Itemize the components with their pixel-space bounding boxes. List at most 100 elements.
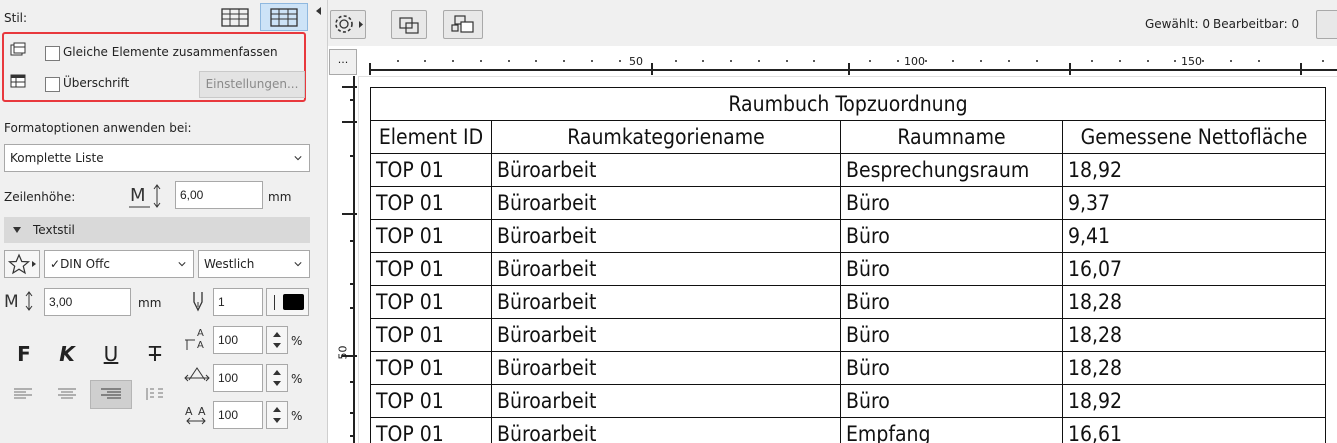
collapse-left-icon — [316, 7, 321, 15]
cell-element-id[interactable]: TOP 01 — [370, 153, 492, 187]
pen-color-swatch[interactable] — [266, 288, 309, 316]
line-spacing-field[interactable] — [213, 401, 263, 429]
ruler-label-v50: 50 — [336, 345, 350, 360]
font-select[interactable]: ✓DIN Offc — [44, 250, 194, 278]
cell-room-name[interactable]: Besprechungsraum — [840, 153, 1063, 187]
cell-element-id[interactable]: TOP 01 — [370, 252, 492, 286]
cell-room-name[interactable]: Büro — [840, 384, 1063, 418]
panel-divider[interactable] — [313, 0, 328, 443]
percent-label: % — [291, 334, 303, 348]
toolbar-overflow-button[interactable] — [1316, 10, 1337, 39]
schedule-toolbar: Gewählt: 0 Bearbeitbar: 0 — [328, 0, 1337, 47]
justify-icon[interactable] — [144, 384, 166, 407]
cell-room-name[interactable]: Büro — [840, 252, 1063, 286]
text-size-unit: mm — [138, 296, 162, 310]
cell-room-name[interactable]: Büro — [840, 186, 1063, 220]
cell-category[interactable]: Büroarbeit — [491, 417, 841, 443]
table-row: TOP 01 Büroarbeit Büro 9,41 — [370, 219, 1326, 253]
row-height-field[interactable] — [175, 181, 263, 209]
merge-elements-checkbox[interactable] — [45, 46, 60, 61]
settings-menu-button[interactable] — [330, 10, 366, 39]
column-header[interactable]: Raumkategoriename — [491, 120, 841, 154]
char-spacing-spinner[interactable] — [266, 326, 288, 354]
cell-category[interactable]: Büroarbeit — [491, 285, 841, 319]
horizontal-ruler: 50 100 150 — [358, 46, 1337, 77]
ruler-corner: ... — [328, 46, 358, 76]
cell-element-id[interactable]: TOP 01 — [370, 417, 492, 443]
cell-category[interactable]: Büroarbeit — [491, 318, 841, 352]
favorite-style-button[interactable] — [4, 250, 40, 278]
cell-category[interactable]: Büroarbeit — [491, 351, 841, 385]
cell-area[interactable]: 18,28 — [1062, 351, 1326, 385]
frame-icon — [399, 17, 419, 34]
cell-element-id[interactable]: TOP 01 — [370, 219, 492, 253]
pen-icon — [189, 290, 207, 317]
cell-room-name[interactable]: Büro — [840, 318, 1063, 352]
svg-text:M: M — [130, 185, 146, 206]
width-factor-field[interactable] — [213, 364, 263, 392]
place-schedule-button[interactable] — [443, 10, 483, 39]
cell-element-id[interactable]: TOP 01 — [370, 186, 492, 220]
row-height-label: Zeilenhöhe: — [4, 190, 76, 204]
cell-area[interactable]: 16,61 — [1062, 417, 1326, 443]
cell-category[interactable]: Büroarbeit — [491, 186, 841, 220]
column-header[interactable]: Gemessene Nettofläche — [1062, 120, 1326, 154]
cell-room-name[interactable]: Büro — [840, 351, 1063, 385]
align-right-button[interactable] — [90, 380, 132, 409]
cell-area[interactable]: 18,92 — [1062, 384, 1326, 418]
cell-area[interactable]: 18,28 — [1062, 318, 1326, 352]
schedule-canvas[interactable]: Raumbuch Topzuordnung Element ID Raumkat… — [359, 77, 1337, 443]
row-height-unit: mm — [268, 190, 292, 204]
cell-room-name[interactable]: Büro — [840, 219, 1063, 253]
percent-label: % — [291, 409, 303, 423]
layout-icon — [451, 15, 474, 33]
text-size-field[interactable] — [44, 288, 131, 316]
merge-elements-label: Gleiche Elemente zusammenfassen — [63, 45, 278, 59]
bold-button[interactable]: F — [10, 342, 38, 370]
table-style-button-2[interactable] — [260, 3, 308, 31]
cell-element-id[interactable]: TOP 01 — [370, 318, 492, 352]
table-row: TOP 01 Büroarbeit Büro 18,28 — [370, 318, 1326, 352]
cell-area[interactable]: 18,28 — [1062, 285, 1326, 319]
cell-category[interactable]: Büroarbeit — [491, 252, 841, 286]
align-center-icon[interactable] — [56, 384, 78, 407]
schedule-title[interactable]: Raumbuch Topzuordnung — [370, 87, 1326, 121]
cell-element-id[interactable]: TOP 01 — [370, 384, 492, 418]
cell-room-name[interactable]: Empfang — [840, 417, 1063, 443]
cell-room-name[interactable]: Büro — [840, 285, 1063, 319]
table-row: TOP 01 Büroarbeit Büro 9,37 — [370, 186, 1326, 220]
fit-view-button[interactable] — [391, 10, 427, 39]
heading-checkbox[interactable] — [45, 77, 60, 92]
cell-element-id[interactable]: TOP 01 — [370, 285, 492, 319]
settings-button[interactable]: Einstellungen... — [199, 71, 305, 98]
cell-category[interactable]: Büroarbeit — [491, 219, 841, 253]
char-spacing-field[interactable] — [213, 326, 263, 354]
strikethrough-button[interactable]: T — [141, 342, 169, 370]
width-factor-spinner[interactable] — [266, 364, 288, 392]
cell-area[interactable]: 18,92 — [1062, 153, 1326, 187]
italic-button[interactable]: K — [53, 342, 81, 370]
table-row: TOP 01 Büroarbeit Büro 16,07 — [370, 252, 1326, 286]
line-spacing-spinner[interactable] — [266, 401, 288, 429]
table-grid-icon — [270, 8, 298, 27]
cell-category[interactable]: Büroarbeit — [491, 153, 841, 187]
table-style-button-1[interactable] — [214, 4, 256, 30]
cell-area[interactable]: 9,37 — [1062, 186, 1326, 220]
column-header[interactable]: Raumname — [840, 120, 1063, 154]
gear-icon — [335, 15, 363, 33]
pen-field[interactable] — [213, 288, 263, 316]
underline-button[interactable]: U — [97, 342, 125, 370]
ruler-label-100: 100 — [904, 55, 925, 68]
table-row: TOP 01 Büroarbeit Büro 18,92 — [370, 384, 1326, 418]
cell-category[interactable]: Büroarbeit — [491, 384, 841, 418]
format-apply-select[interactable]: Komplette Liste — [4, 144, 310, 172]
align-left-icon[interactable] — [12, 384, 34, 407]
cell-area[interactable]: 16,07 — [1062, 252, 1326, 286]
script-select[interactable]: Westlich — [198, 250, 310, 278]
ruler-options-button[interactable]: ... — [329, 49, 357, 75]
cell-area[interactable]: 9,41 — [1062, 219, 1326, 253]
cell-element-id[interactable]: TOP 01 — [370, 351, 492, 385]
column-header[interactable]: Element ID — [370, 120, 492, 154]
textstyle-section-header[interactable]: Textstil — [4, 217, 310, 243]
textstyle-section-label: Textstil — [33, 223, 75, 237]
